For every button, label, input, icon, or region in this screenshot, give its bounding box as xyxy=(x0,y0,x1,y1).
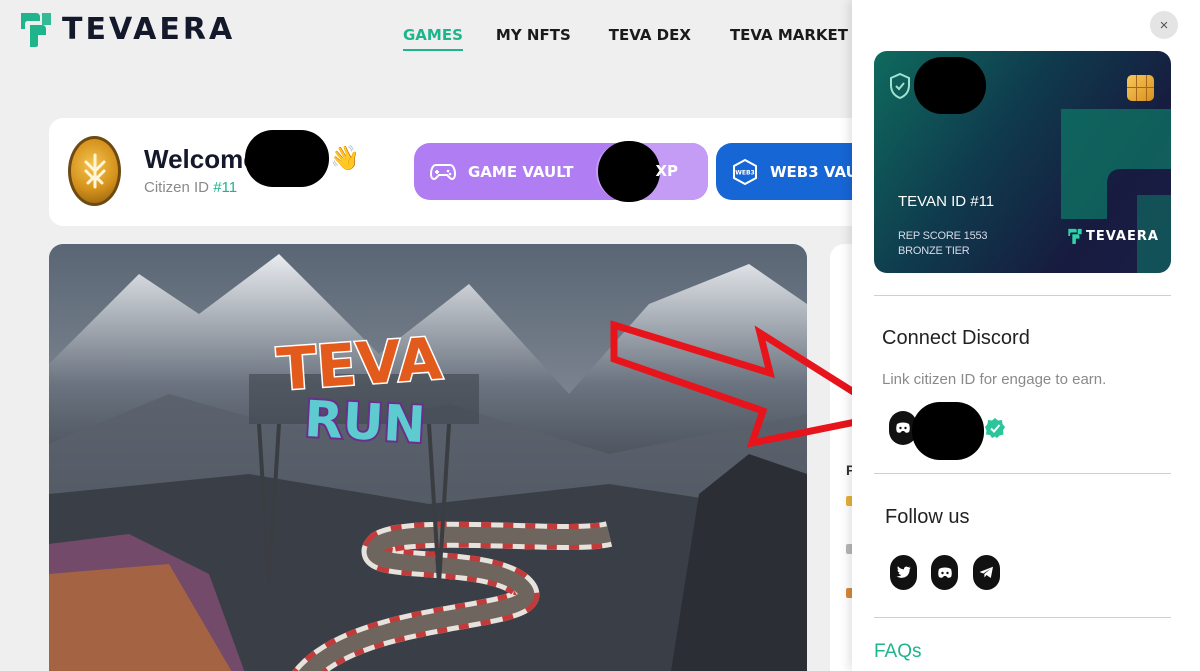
app-logo[interactable]: TEVAERA xyxy=(18,9,235,49)
card-chip-icon xyxy=(1127,75,1154,101)
telegram-icon[interactable] xyxy=(973,555,1000,590)
discord-glyph-icon xyxy=(937,567,952,578)
twitter-glyph-icon xyxy=(896,566,911,578)
xp-value-redaction xyxy=(598,141,660,202)
welcome-heading: Welcome xyxy=(144,144,258,174)
tevan-id-label: TEVAN ID #11 xyxy=(898,193,995,210)
divider xyxy=(874,473,1171,474)
welcome-card: Welcome 👋 Citizen ID #11 GAME VAULT XP W… xyxy=(49,118,896,226)
verified-check-icon xyxy=(985,418,1005,438)
citizen-emblem-icon xyxy=(84,153,105,189)
twitter-icon[interactable] xyxy=(890,555,917,590)
tevaera-logo-icon xyxy=(21,13,51,47)
tevan-id-card: TEVAN ID #11 REP SCORE 1553 BRONZE TIER … xyxy=(874,51,1171,273)
card-logo: TEVAERA xyxy=(1067,227,1159,245)
game-vault-button[interactable]: GAME VAULT XP xyxy=(414,141,708,202)
game-artwork: TEVA RUN xyxy=(49,244,807,671)
discord-username-redaction xyxy=(912,402,984,460)
faqs-link[interactable]: FAQs xyxy=(874,641,922,663)
shield-verified-icon xyxy=(890,73,910,99)
card-username-redaction xyxy=(914,57,986,114)
connect-discord-heading: Connect Discord xyxy=(882,327,1030,349)
nav-games[interactable]: GAMES xyxy=(403,26,463,51)
citizen-id-value: #11 xyxy=(213,179,238,196)
rep-score-label: REP SCORE 1553 xyxy=(898,230,988,242)
card-logo-text: TEVAERA xyxy=(1086,228,1159,244)
citizen-id-label: Citizen ID #11 xyxy=(144,179,237,196)
web3-badge-text: WEB3 xyxy=(735,169,754,176)
discord-social-icon[interactable] xyxy=(931,555,958,590)
connect-discord-subtitle: Link citizen ID for engage to earn. xyxy=(882,371,1107,388)
nav-teva-dex[interactable]: TEVA DEX xyxy=(609,26,691,51)
profile-drawer: × TEVAN ID #11 REP SCORE 1553 BRONZE TIE… xyxy=(852,0,1200,671)
card-brand-watermark-icon xyxy=(1061,109,1171,273)
game-title-line2: RUN xyxy=(303,390,427,454)
avatar[interactable] xyxy=(68,136,121,206)
divider xyxy=(874,617,1171,618)
web3-hexagon-icon: WEB3 xyxy=(733,158,757,185)
telegram-glyph-icon xyxy=(979,566,993,578)
logo-wordmark: TEVAERA xyxy=(62,11,236,47)
divider xyxy=(874,295,1171,296)
nav-teva-market[interactable]: TEVA MARKET xyxy=(730,26,848,51)
waving-hand-icon: 👋 xyxy=(330,145,360,172)
tier-label: BRONZE TIER xyxy=(898,245,970,257)
main-nav: GAMES MY NFTS TEVA DEX TEVA MARKET xyxy=(403,26,848,51)
game-vault-xp-suffix: XP xyxy=(655,162,678,180)
teva-run-game-banner[interactable]: TEVA RUN xyxy=(49,244,807,671)
discord-glyph-icon xyxy=(896,422,910,433)
tevaera-logo-icon xyxy=(1068,228,1082,244)
game-vault-label: GAME VAULT xyxy=(468,162,574,181)
gamepad-icon xyxy=(430,163,456,180)
username-redaction xyxy=(245,130,329,187)
follow-us-heading: Follow us xyxy=(885,506,970,528)
nav-my-nfts[interactable]: MY NFTS xyxy=(496,26,571,51)
close-button[interactable]: × xyxy=(1150,11,1178,39)
citizen-id-prefix: Citizen ID xyxy=(144,179,214,196)
